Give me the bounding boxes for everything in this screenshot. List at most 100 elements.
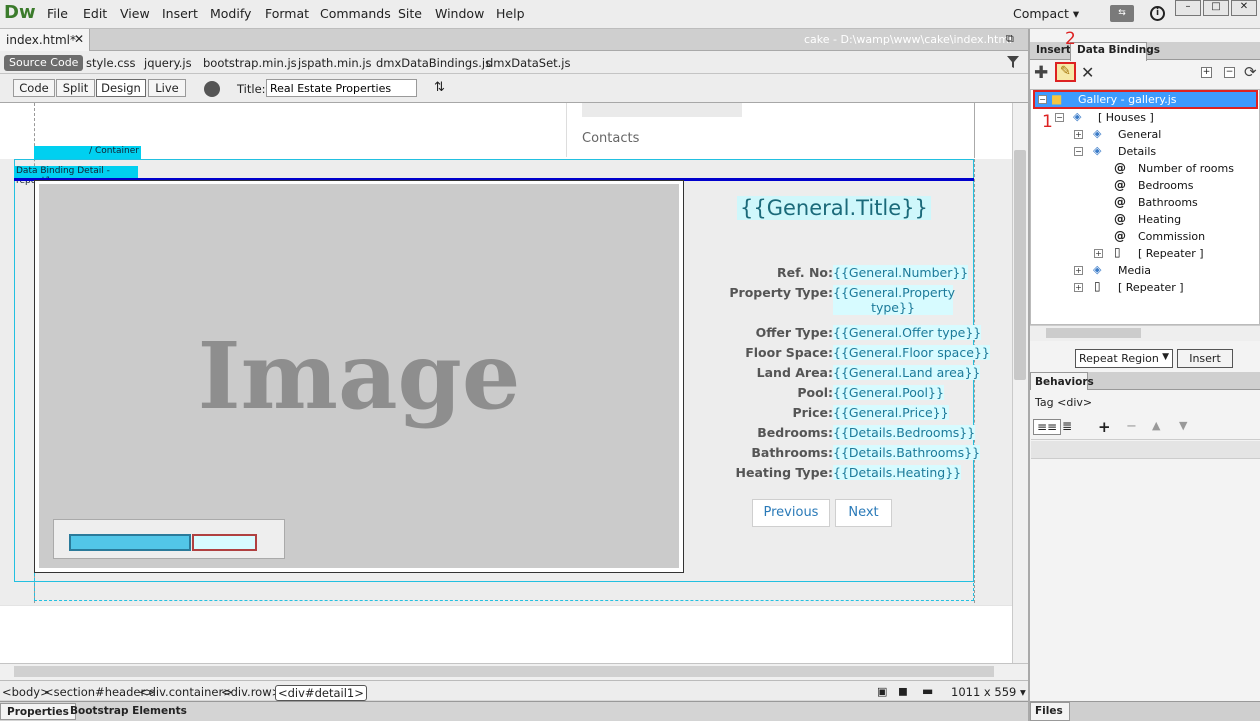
expand-all-icon[interactable]: + (1201, 67, 1212, 78)
window-size[interactable]: 1011 x 559 ▾ (951, 685, 1026, 699)
property-binding[interactable]: {{General.Property type}} (833, 285, 955, 315)
tree-media[interactable]: Media (1118, 264, 1151, 277)
tag-crumb-detail[interactable]: <div#detail1> (275, 685, 367, 701)
delete-icon[interactable]: ✕ (1081, 63, 1094, 82)
select-tool-icon[interactable]: ▣ (877, 685, 887, 698)
tree-field[interactable]: Commission (1138, 230, 1205, 243)
add-behavior-icon[interactable]: + (1098, 418, 1111, 436)
property-binding[interactable]: {{General.Offer type}} (833, 325, 982, 340)
tree-field[interactable]: Number of rooms (1138, 162, 1234, 175)
horizontal-scroll-thumb[interactable] (14, 666, 994, 677)
insert-button[interactable]: Insert (1177, 349, 1233, 368)
design-view-button[interactable]: Design (96, 79, 146, 97)
hand-tool-icon[interactable]: ◼ (898, 684, 908, 698)
menu-site[interactable]: Site (398, 6, 422, 21)
tree-repeater[interactable]: [ Repeater ] (1118, 281, 1184, 294)
split-view-button[interactable]: Split (56, 79, 95, 97)
property-binding[interactable]: {{General.Pool}} (833, 385, 944, 400)
menu-window[interactable]: Window (435, 6, 484, 21)
vertical-scroll-thumb[interactable] (1014, 150, 1026, 380)
tag-crumb-row[interactable]: <div.row> (221, 685, 281, 699)
next-button[interactable]: Next (835, 499, 892, 527)
code-view-button[interactable]: Code (13, 79, 55, 97)
menu-edit[interactable]: Edit (83, 6, 107, 21)
expand-toggle[interactable]: + (1074, 266, 1083, 275)
container-tag[interactable]: / Container (34, 146, 141, 159)
show-all-events-icon[interactable]: ≣ (1062, 419, 1072, 433)
move-down-icon[interactable]: ▼ (1179, 419, 1187, 432)
maximize-icon[interactable]: □ (1203, 0, 1229, 16)
design-canvas[interactable]: Contacts / Container Data Binding Detail… (0, 103, 1012, 663)
tab-data-bindings[interactable]: Data Bindings (1077, 44, 1160, 56)
move-up-icon[interactable]: ▲ (1152, 419, 1160, 432)
close-icon[interactable]: ✕ (74, 32, 84, 46)
image-placeholder[interactable]: Image (39, 184, 679, 568)
filter-icon[interactable] (1007, 56, 1019, 68)
thumbnail-binding[interactable] (192, 534, 257, 551)
related-file-dmxdataset[interactable]: dmxDataSet.js (486, 56, 571, 70)
title-input[interactable] (266, 79, 417, 97)
menu-commands[interactable]: Commands (320, 6, 391, 21)
file-transfer-icon[interactable]: ⇅ (434, 80, 445, 95)
tree-field[interactable]: Bedrooms (1138, 179, 1193, 192)
edit-pencil-icon[interactable]: ✎ (1055, 62, 1076, 82)
workspace-switcher[interactable]: Compact ▾ (1013, 6, 1079, 21)
restore-icon[interactable]: ⧉ (1006, 32, 1014, 46)
preview-globe-icon[interactable] (204, 81, 220, 97)
refresh-icon[interactable]: ⟳ (1244, 63, 1257, 81)
tab-behaviors[interactable]: Behaviors (1030, 372, 1094, 390)
tree-general[interactable]: General (1118, 128, 1161, 141)
tree-field[interactable]: Heating (1138, 213, 1181, 226)
minimize-icon[interactable]: – (1175, 0, 1201, 16)
menu-help[interactable]: Help (496, 6, 525, 21)
related-file-bootstrap[interactable]: bootstrap.min.js (203, 56, 297, 70)
tab-files[interactable]: Files (1030, 702, 1070, 721)
show-set-events-icon[interactable]: ≡≡ (1033, 419, 1062, 435)
tree-details[interactable]: Details (1118, 145, 1156, 158)
tag-crumb-container[interactable]: <div.container> (139, 685, 233, 699)
menu-modify[interactable]: Modify (210, 6, 251, 21)
related-file-style[interactable]: style.css (86, 56, 136, 70)
expand-toggle[interactable]: + (1094, 249, 1103, 258)
property-binding[interactable]: {{General.Land area}} (833, 365, 981, 380)
region-select[interactable]: Repeat Region ▼ (1075, 349, 1173, 368)
property-binding[interactable]: {{General.Number}} (833, 265, 969, 280)
collapse-toggle[interactable]: − (1074, 147, 1083, 156)
tab-bootstrap-elements[interactable]: Bootstrap Elements (64, 703, 193, 720)
property-binding[interactable]: {{Details.Heating}} (833, 465, 962, 480)
property-binding[interactable]: {{Details.Bedrooms}} (833, 425, 976, 440)
collapse-toggle[interactable]: − (1055, 113, 1064, 122)
menu-format[interactable]: Format (265, 6, 309, 21)
close-window-icon[interactable]: ✕ (1231, 0, 1257, 16)
related-file-jquery[interactable]: jquery.js (144, 56, 192, 70)
related-file-dmxdatabindings[interactable]: dmxDataBindings.js (376, 56, 491, 70)
info-icon[interactable]: i (1150, 6, 1165, 21)
add-icon[interactable]: ✚ (1034, 63, 1048, 83)
property-binding[interactable]: {{Details.Bathrooms}} (833, 445, 981, 460)
live-view-button[interactable]: Live (148, 79, 186, 97)
nav-contacts[interactable]: Contacts (582, 131, 639, 146)
sync-settings-icon[interactable]: ⇆ (1110, 5, 1134, 22)
tab-index-html[interactable]: index.html* ✕ (0, 29, 90, 51)
previous-button[interactable]: Previous (752, 499, 830, 527)
related-file-jspath[interactable]: jspath.min.js (298, 56, 372, 70)
thumbnail-binding[interactable] (69, 534, 191, 551)
tree-houses[interactable]: [ Houses ] (1098, 111, 1154, 124)
expand-toggle[interactable]: + (1074, 130, 1083, 139)
monitor-icon[interactable]: ▬ (922, 684, 933, 698)
property-binding[interactable]: {{General.Floor space}} (833, 345, 990, 360)
collapse-all-icon[interactable]: − (1224, 67, 1235, 78)
tree-details-repeater[interactable]: [ Repeater ] (1138, 247, 1204, 260)
tree-scroll-thumb[interactable] (1046, 328, 1141, 338)
remove-behavior-icon[interactable]: − (1126, 419, 1137, 434)
menu-view[interactable]: View (120, 6, 150, 21)
menu-file[interactable]: File (47, 6, 68, 21)
tree-field[interactable]: Bathrooms (1138, 196, 1198, 209)
expand-toggle[interactable]: + (1074, 283, 1083, 292)
property-binding[interactable]: {{General.Price}} (833, 405, 949, 420)
source-code-button[interactable]: Source Code (4, 55, 84, 71)
property-title-binding[interactable]: {{General.Title}} (737, 196, 931, 220)
collapse-toggle[interactable]: − (1038, 95, 1047, 104)
tag-crumb-body[interactable]: <body> (2, 685, 50, 699)
menu-insert[interactable]: Insert (162, 6, 198, 21)
